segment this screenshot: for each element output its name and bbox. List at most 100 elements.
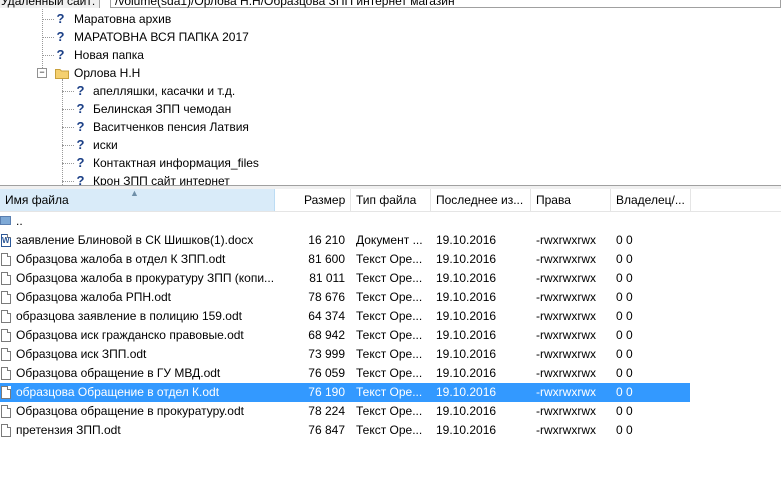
file-modified: 19.10.2016 [436,423,497,437]
file-owner: 0 0 [616,290,633,304]
folder-icon [55,69,69,79]
unknown-folder-icon: ? [76,155,85,170]
file-type: Документ ... [356,233,423,247]
file-type: Текст Оре... [356,347,423,361]
file-row[interactable]: Образцова иск ЗПП.odt 73 999 Текст Оре... 1… [0,345,781,364]
collapse-toggle-icon[interactable]: − [37,68,47,78]
document-icon [1,272,11,285]
sort-ascending-icon: ▲ [130,189,139,198]
file-owner: 0 0 [616,385,633,399]
remote-path-input[interactable]: /volume(sda1)/Орлова Н.Н/Образцова ЗПП и… [110,0,781,8]
column-header-size[interactable]: Размер [299,189,351,211]
folder-up-icon [0,216,11,225]
column-header-label: Права [536,193,571,207]
file-modified: 19.10.2016 [436,366,497,380]
file-modified: 19.10.2016 [436,271,497,285]
file-name: Образцова жалоба в прокуратуру ЗПП (копи… [16,271,274,285]
file-modified: 19.10.2016 [436,385,497,399]
file-permissions: -rwxrwxrwx [536,271,596,285]
file-size: 81 600 [308,252,345,266]
tree-item[interactable]: ? Новая папка [0,46,300,64]
column-header-filename[interactable]: ▲ Имя файла [0,189,275,211]
tree-item[interactable]: ? Маратовна архив [0,10,300,28]
tree-item[interactable]: ? апелляшки, касачки и т.д. [0,82,300,100]
column-header-owner[interactable]: Владелец/... [611,189,691,211]
file-size: 76 190 [308,385,345,399]
tree-item-label: Белинская ЗПП чемодан [93,102,232,116]
word-doc-icon [1,234,11,247]
file-name: Образцова жалоба РПН.odt [16,290,172,304]
file-type: Текст Оре... [356,404,423,418]
unknown-folder-icon: ? [56,29,65,44]
file-row[interactable]: Образцова жалоба в прокуратуру ЗПП (копи… [0,269,781,288]
column-header-label: Владелец/... [616,193,685,207]
file-row[interactable]: образцова Обращение в отдел К.odt 76 190 Т… [0,383,781,402]
document-icon [1,367,11,380]
file-owner: 0 0 [616,366,633,380]
document-icon [1,329,11,342]
unknown-folder-icon: ? [76,173,85,186]
file-row[interactable]: Образцова обращение в прокуратуру.odt 78 … [0,402,781,421]
file-size: 16 210 [308,233,345,247]
file-row[interactable]: Образцова обращение в ГУ МВД.odt 76 059 Те… [0,364,781,383]
file-name: Образцова обращение в прокуратуру.odt [16,404,244,418]
file-size: 81 011 [309,271,345,285]
document-icon [1,253,11,266]
tree-item[interactable]: − Орлова Н.Н [0,64,300,82]
tree-item-label: Маратовна архив [74,12,172,26]
tree-item[interactable]: ? Белинская ЗПП чемодан [0,100,300,118]
remote-site-label: Удаленный сайт: [0,0,101,8]
file-modified: 19.10.2016 [436,404,497,418]
file-type: Текст Оре... [356,385,423,399]
remote-site-bar: Удаленный сайт: /volume(sda1)/Орлова Н.Н… [0,0,781,9]
document-icon [1,405,11,418]
file-type: Текст Оре... [356,328,423,342]
file-owner: 0 0 [616,252,633,266]
tree-item-label: Новая папка [74,48,144,62]
parent-directory-row[interactable]: .. [0,212,781,231]
file-row[interactable]: образцова заявление в полицию 159.odt 64 … [0,307,781,326]
file-owner: 0 0 [616,271,633,285]
document-icon [1,291,11,304]
unknown-folder-icon: ? [56,47,65,62]
file-owner: 0 0 [616,233,633,247]
column-header-type[interactable]: Тип файла [351,189,431,211]
file-permissions: -rwxrwxrwx [536,309,596,323]
unknown-folder-icon: ? [76,137,85,152]
file-owner: 0 0 [616,347,633,361]
file-type: Текст Оре... [356,366,423,380]
file-type: Текст Оре... [356,423,423,437]
file-owner: 0 0 [616,404,633,418]
tree-item[interactable]: ? Васитченков пенсия Латвия [0,118,300,136]
file-type: Текст Оре... [356,309,423,323]
file-modified: 19.10.2016 [436,252,497,266]
file-name: образцова заявление в полицию 159.odt [16,309,242,323]
file-name: образцова Обращение в отдел К.odt [16,385,220,399]
file-modified: 19.10.2016 [436,347,497,361]
column-header-modified[interactable]: Последнее из... [431,189,531,211]
file-row[interactable]: Образцова иск гражданско правовые.odt 68 … [0,326,781,345]
file-size: 64 374 [308,309,345,323]
column-header-label: Имя файла [5,193,69,207]
tree-item[interactable]: ? МАРАТОВНА ВСЯ ПАПКА 2017 [0,28,300,46]
file-type: Текст Оре... [356,252,423,266]
file-row[interactable]: заявление Блиновой в СК Шишков(1).docx 16… [0,231,781,250]
tree-item[interactable]: ? Контактная информация_files [0,154,300,172]
file-name: Образцова жалоба в отдел К ЗПП.odt [16,252,226,266]
tree-item-label: Орлова Н.Н [74,66,141,80]
file-row[interactable]: Образцова жалоба РПН.odt 78 676 Текст Оре.… [0,288,781,307]
file-row[interactable]: Образцова жалоба в отдел К ЗПП.odt 81 600… [0,250,781,269]
tree-item[interactable]: ? Крон ЗПП сайт интернет [0,172,300,185]
file-name: заявление Блиновой в СК Шишков(1).docx [16,233,254,247]
column-header-label: Тип файла [356,193,417,207]
file-owner: 0 0 [616,423,633,437]
file-name: Образцова иск гражданско правовые.odt [16,328,244,342]
tree-item[interactable]: ? иски [0,136,300,154]
column-header-label: Размер [304,193,346,207]
file-row[interactable]: претензия ЗПП.odt 76 847 Текст Оре... 19.10… [0,421,781,440]
document-icon [1,310,11,323]
file-permissions: -rwxrwxrwx [536,423,596,437]
tree-item-label: апелляшки, касачки и т.д. [93,84,236,98]
unknown-folder-icon: ? [56,11,65,26]
column-header-permissions[interactable]: Права [531,189,611,211]
